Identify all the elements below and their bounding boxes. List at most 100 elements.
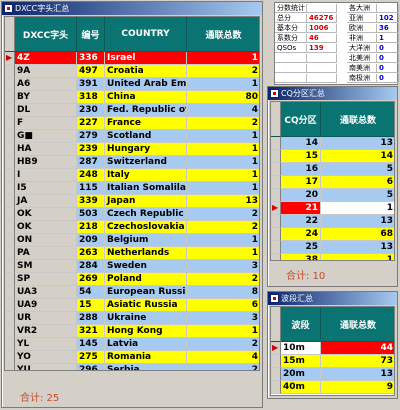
dxcc-table-row[interactable]: I 248 Italy 1 (5, 169, 259, 182)
cell-total[interactable]: 2 (187, 221, 259, 234)
row-indicator[interactable] (271, 189, 281, 202)
cell-num[interactable]: 296 (77, 364, 105, 370)
cell-total[interactable]: 3 (187, 260, 259, 273)
cell-cq-zone[interactable]: 16 (281, 163, 321, 176)
cell-country[interactable]: Hungary (105, 143, 187, 156)
cq-zone-summary-window[interactable]: CQ分区汇总 CQ分区 通联总数 14 13 15 14 16 5 17 6 20 5 ▶ 21 1 22… (267, 86, 398, 287)
cq-table-row[interactable]: 24 68 (271, 228, 394, 241)
cq-table-row[interactable]: 15 14 (271, 150, 394, 163)
cell-prefix[interactable]: A6 (15, 78, 77, 91)
cq-table-row[interactable]: 17 6 (271, 176, 394, 189)
row-indicator[interactable] (5, 65, 15, 78)
cq-table-row[interactable]: ▶ 21 1 (271, 202, 394, 215)
cell-prefix[interactable]: UR (15, 312, 77, 325)
cell-num[interactable]: 209 (77, 234, 105, 247)
dxcc-table-row[interactable]: PA 263 Netherlands 1 (5, 247, 259, 260)
dxcc-table-row[interactable]: OK 503 Czech Republic 2 (5, 208, 259, 221)
cell-country[interactable]: Switzerland (105, 156, 187, 169)
cell-total[interactable]: 1 (187, 143, 259, 156)
row-indicator[interactable] (5, 299, 15, 312)
header-country[interactable]: COUNTRY (105, 17, 187, 52)
dxcc-table-row[interactable]: JA 339 Japan 13 (5, 195, 259, 208)
cq-table-row[interactable]: 25 13 (271, 241, 394, 254)
cell-cq-total[interactable]: 1 (321, 202, 394, 215)
cell-cq-total[interactable]: 1 (321, 254, 394, 260)
cell-country[interactable]: Czechoslovakia [ (105, 221, 187, 234)
cell-cq-zone[interactable]: 25 (281, 241, 321, 254)
cell-prefix[interactable]: I5 (15, 182, 77, 195)
band-grid[interactable]: 波段 通联总数 ▶ 10m 44 15m 73 20m 13 40m 9 (270, 306, 395, 396)
row-indicator[interactable] (5, 273, 15, 286)
row-indicator[interactable] (5, 260, 15, 273)
cell-num[interactable]: 287 (77, 156, 105, 169)
dxcc-table-row[interactable]: HA 239 Hungary 1 (5, 143, 259, 156)
cell-num[interactable]: 391 (77, 78, 105, 91)
cell-prefix[interactable]: DL (15, 104, 77, 117)
row-indicator[interactable] (5, 338, 15, 351)
cell-num[interactable]: 288 (77, 312, 105, 325)
cell-total[interactable]: 2 (187, 338, 259, 351)
cell-country[interactable]: Israel (105, 52, 187, 65)
cell-total[interactable]: 80 (187, 91, 259, 104)
row-indicator[interactable]: ▶ (5, 52, 15, 65)
cell-band[interactable]: 10m (281, 342, 321, 355)
cell-num[interactable]: 145 (77, 338, 105, 351)
dxcc-table-row[interactable]: F 227 France 2 (5, 117, 259, 130)
cell-band[interactable]: 15m (281, 355, 321, 368)
band-table-row[interactable]: ▶ 10m 44 (271, 342, 394, 355)
cell-country[interactable]: China (105, 91, 187, 104)
row-indicator[interactable] (5, 325, 15, 338)
cell-num[interactable]: 336 (77, 52, 105, 65)
dxcc-table-row[interactable]: OK 218 Czechoslovakia [2 (5, 221, 259, 234)
row-indicator[interactable] (5, 156, 15, 169)
cell-total[interactable]: 8 (187, 286, 259, 299)
cell-cq-zone[interactable]: 22 (281, 215, 321, 228)
cell-band-total[interactable]: 9 (321, 381, 394, 394)
row-indicator[interactable] (271, 381, 281, 394)
row-indicator[interactable] (5, 247, 15, 260)
cell-country[interactable]: Japan (105, 195, 187, 208)
cell-total[interactable]: 1 (187, 234, 259, 247)
cell-num[interactable]: 503 (77, 208, 105, 221)
cell-total[interactable]: 2 (187, 273, 259, 286)
cell-prefix[interactable]: PA (15, 247, 77, 260)
cell-num[interactable]: 218 (77, 221, 105, 234)
cell-prefix[interactable]: F (15, 117, 77, 130)
cq-grid[interactable]: CQ分区 通联总数 14 13 15 14 16 5 17 6 20 5 ▶ 21 1 22 13 24 68 2… (270, 101, 395, 261)
cell-cq-total[interactable]: 13 (321, 241, 394, 254)
band-window-titlebar[interactable]: 波段汇总 (268, 292, 397, 305)
cell-num[interactable]: 339 (77, 195, 105, 208)
cell-country[interactable]: Asiatic Russia (105, 299, 187, 312)
cell-country[interactable]: Ukraine (105, 312, 187, 325)
dxcc-table-row[interactable]: UA3 54 European Russia 8 (5, 286, 259, 299)
cell-country[interactable]: Poland (105, 273, 187, 286)
cell-num[interactable]: 15 (77, 299, 105, 312)
cell-country[interactable]: Serbia (105, 364, 187, 370)
cell-country[interactable]: Hong Kong (105, 325, 187, 338)
row-indicator[interactable] (5, 208, 15, 221)
cell-prefix[interactable]: YU (15, 364, 77, 370)
row-indicator[interactable] (5, 143, 15, 156)
cell-prefix[interactable]: UA9 (15, 299, 77, 312)
cell-num[interactable]: 321 (77, 325, 105, 338)
row-indicator[interactable] (5, 234, 15, 247)
cell-prefix[interactable]: G■ (15, 130, 77, 143)
cell-prefix[interactable]: 9A (15, 65, 77, 78)
header-cq-zone[interactable]: CQ分区 (281, 102, 321, 137)
cell-num[interactable]: 54 (77, 286, 105, 299)
cell-country[interactable]: European Russia (105, 286, 187, 299)
cell-country[interactable]: Netherlands (105, 247, 187, 260)
cell-country[interactable]: Italian Somaliland (105, 182, 187, 195)
row-indicator[interactable]: ▶ (271, 342, 281, 355)
row-indicator[interactable]: ▶ (271, 202, 281, 215)
cell-country[interactable]: Fed. Republic of G (105, 104, 187, 117)
cell-cq-total[interactable]: 68 (321, 228, 394, 241)
cell-prefix[interactable]: OK (15, 221, 77, 234)
row-indicator[interactable] (271, 150, 281, 163)
dxcc-table-row[interactable]: DL230Fed. Republic of G4 (5, 104, 259, 117)
cq-table-row[interactable]: 20 5 (271, 189, 394, 202)
cell-cq-zone[interactable]: 38 (281, 254, 321, 260)
dxcc-table-row[interactable]: BY 318 China 80 (5, 91, 259, 104)
row-indicator[interactable] (5, 91, 15, 104)
cell-num[interactable]: 275 (77, 351, 105, 364)
